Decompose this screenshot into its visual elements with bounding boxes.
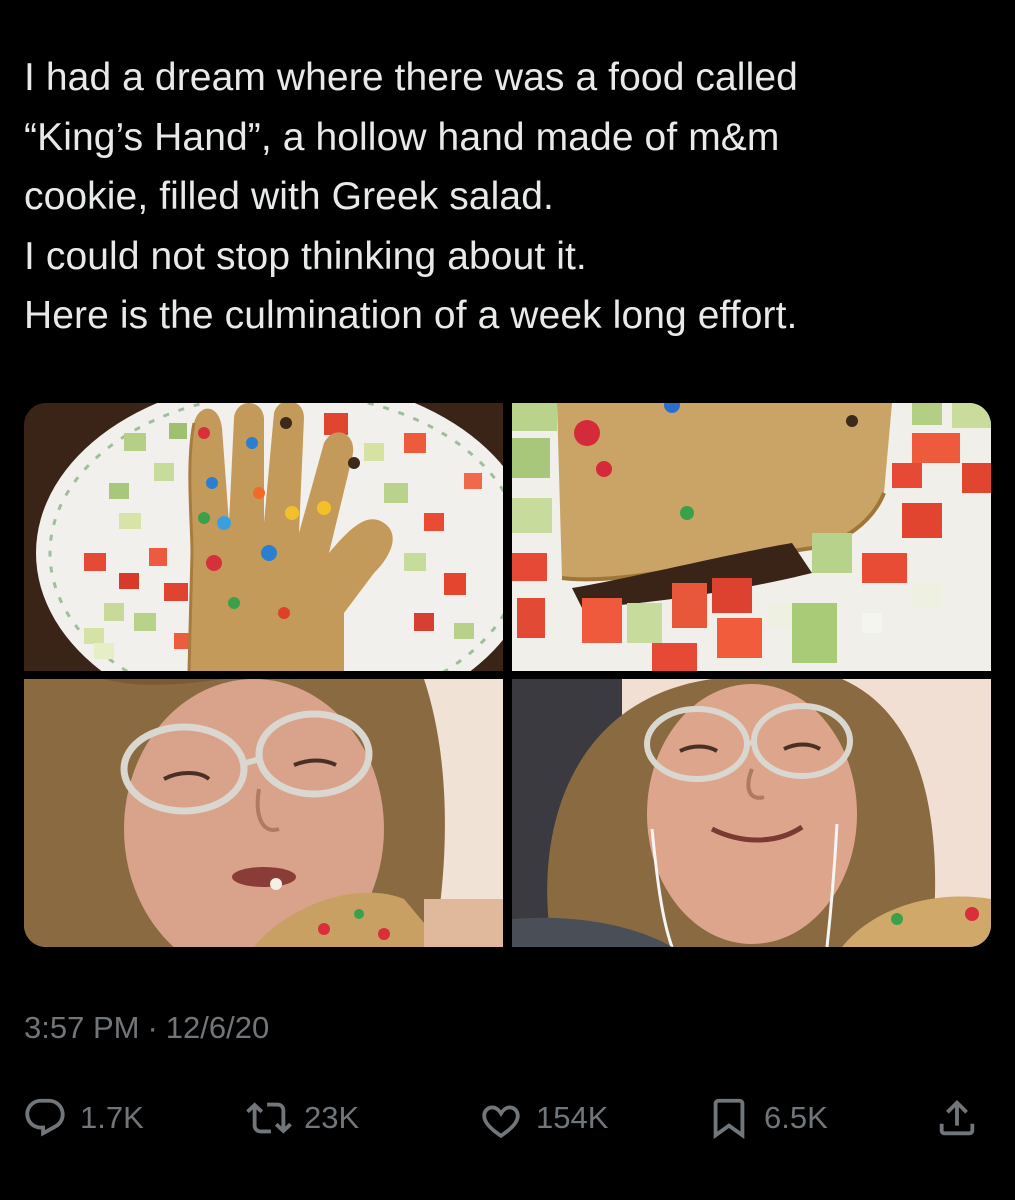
bookmark-button[interactable]: 6.5K: [706, 1088, 828, 1148]
photo-person-smiling[interactable]: [512, 679, 991, 947]
tweet-timestamp[interactable]: 3:57 PM · 12/6/20: [24, 1010, 269, 1046]
reply-count: 1.7K: [80, 1100, 144, 1135]
tweet-text-line: cookie, filled with Greek salad.: [24, 175, 554, 218]
reply-button[interactable]: 1.7K: [22, 1088, 144, 1148]
photo-cookie-hand-cut-open[interactable]: [512, 403, 991, 671]
tweet-time: 3:57 PM: [24, 1010, 140, 1045]
photo-person-eating[interactable]: [24, 679, 503, 947]
bookmark-count: 6.5K: [764, 1100, 828, 1135]
tweet-text-line: Here is the culmination of a week long e…: [24, 294, 798, 337]
like-count: 154K: [536, 1100, 609, 1135]
share-button[interactable]: [934, 1088, 980, 1148]
reply-icon: [22, 1095, 68, 1141]
tweet-text-line: I could not stop thinking about it.: [24, 234, 587, 278]
tweet-text-line: “King’s Hand”, a hollow hand made of m&m: [24, 115, 780, 159]
tweet-action-bar: 1.7K 23K 154K 6.5K: [0, 1088, 1015, 1148]
heart-icon: [478, 1095, 524, 1141]
bookmark-icon: [706, 1095, 752, 1141]
timestamp-separator: ·: [147, 1010, 158, 1045]
repost-count: 23K: [304, 1100, 360, 1135]
tweet-text: I had a dream where there was a food cal…: [24, 48, 984, 346]
repost-icon: [246, 1095, 292, 1141]
like-button[interactable]: 154K: [478, 1088, 608, 1148]
photo-cookie-hand-on-plate[interactable]: [24, 403, 503, 671]
tweet-text-line: I had a dream where there was a food cal…: [24, 56, 798, 99]
share-icon: [934, 1095, 980, 1141]
repost-button[interactable]: 23K: [246, 1088, 359, 1148]
media-grid: [24, 403, 991, 947]
tweet-date: 12/6/20: [165, 1010, 270, 1045]
